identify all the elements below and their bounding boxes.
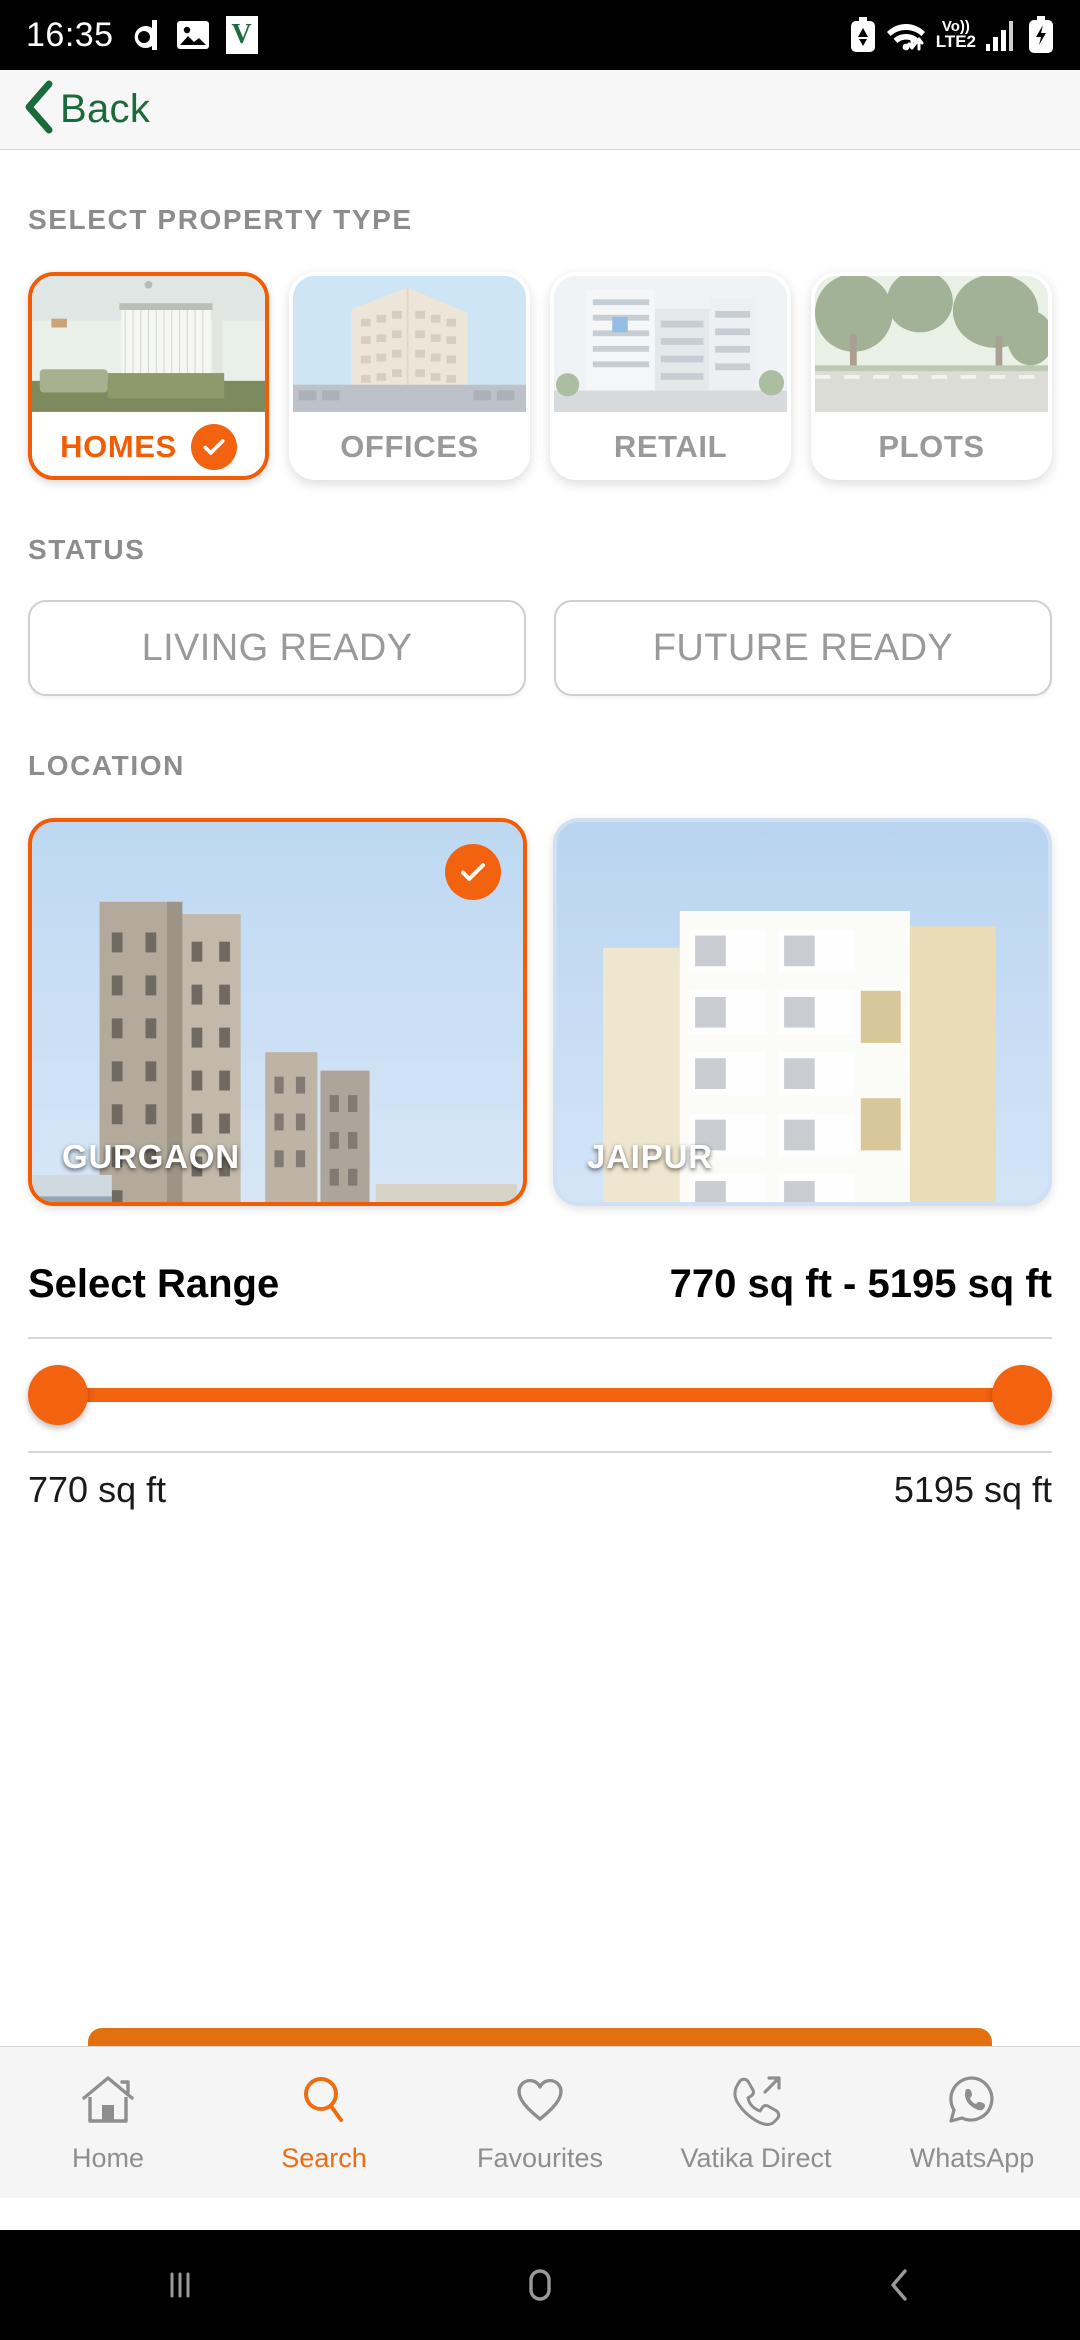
android-navigation-bar (0, 2230, 1080, 2340)
location-list: GURGAON JAIPUR (28, 818, 1052, 1206)
location-label: JAIPUR (587, 1138, 713, 1175)
property-type-label: OFFICES (340, 429, 479, 464)
location-heading: LOCATION (28, 750, 185, 781)
call-out-icon (727, 2072, 785, 2131)
property-type-caption: RETAIL (554, 414, 787, 476)
status-bar: 16:35 V Vo)) LTE2 (0, 0, 1080, 70)
plots-art (815, 276, 1048, 412)
vatika-v-icon: V (225, 16, 258, 54)
property-type-thumb (554, 276, 787, 414)
nav-item-home[interactable]: Home (0, 2072, 216, 2174)
property-type-card-plots[interactable]: PLOTS (811, 272, 1052, 480)
status-option-living-ready[interactable]: LIVING READY (28, 600, 526, 696)
property-type-thumb (815, 276, 1048, 414)
property-type-list: HOMES OFFICES RETAIL PLOTS (28, 272, 1052, 480)
officetower-art (293, 276, 526, 412)
status-heading: STATUS (28, 534, 146, 565)
nav-item-favourites[interactable]: Favourites (432, 2072, 648, 2174)
whatsapp-icon (943, 2072, 1001, 2131)
heart-icon (511, 2072, 569, 2131)
main-content: SELECT PROPERTY TYPE HOMES OFFICES RETAI… (0, 204, 1080, 1511)
status-bar-left: 16:35 V (26, 16, 258, 55)
nav-label: Vatika Direct (680, 2142, 832, 2173)
property-type-card-retail[interactable]: RETAIL (550, 272, 791, 480)
battery-charging-icon (1028, 16, 1054, 54)
nav-label: WhatsApp (909, 2142, 1035, 2173)
range-slider[interactable]: 770 sq ft 5195 sq ft (28, 1337, 1052, 1511)
slider-handle-min[interactable] (28, 1365, 88, 1425)
property-type-card-homes[interactable]: HOMES (28, 272, 269, 480)
slider-track-area[interactable] (28, 1339, 1052, 1451)
nav-label: Favourites (476, 2142, 604, 2173)
location-card-gurgaon[interactable]: GURGAON (28, 818, 527, 1206)
recents-icon[interactable] (157, 2262, 203, 2308)
range-value: 770 sq ft - 5195 sq ft (669, 1262, 1052, 1306)
property-type-card-offices[interactable]: OFFICES (289, 272, 530, 480)
app-bar: Back (0, 70, 1080, 150)
range-max-label: 5195 sq ft (893, 1469, 1052, 1510)
data-saver-icon (850, 17, 876, 53)
property-type-thumb (293, 276, 526, 414)
check-icon (445, 844, 501, 900)
nav-item-whatsapp[interactable]: WhatsApp (864, 2072, 1080, 2174)
app-root: 16:35 V Vo)) LTE2 Back SELECT PROPERTY T… (0, 0, 1080, 2340)
back-chevron-icon[interactable] (877, 2262, 923, 2308)
home-icon (79, 2072, 137, 2131)
back-label: Back (60, 87, 151, 131)
home-circle-icon[interactable] (517, 2262, 563, 2308)
range-title: Select Range (28, 1262, 280, 1306)
status-bar-clock: 16:35 (26, 15, 114, 54)
bottom-navigation-bar: Home Search Favourites Vatika Direct Wha… (0, 2046, 1080, 2198)
nav-label: Search (281, 2142, 367, 2173)
slider-track-fill (58, 1388, 1022, 1402)
range-min-label: 770 sq ft (28, 1469, 167, 1510)
location-label: GURGAON (62, 1138, 240, 1175)
bedroom-art (32, 276, 265, 412)
property-type-label: RETAIL (613, 429, 728, 464)
nav-item-search[interactable]: Search (216, 2072, 432, 2174)
network-type-label: LTE2 (935, 32, 976, 52)
property-type-caption: PLOTS (815, 414, 1048, 476)
retail-art (554, 276, 787, 412)
property-type-label: HOMES (60, 429, 177, 464)
property-type-heading: SELECT PROPERTY TYPE (28, 204, 413, 235)
slider-bottom-divider (28, 1451, 1052, 1453)
check-icon (190, 424, 237, 470)
location-card-jaipur[interactable]: JAIPUR (553, 818, 1052, 1206)
signal-bars-icon (985, 18, 1019, 52)
status-bar-right: Vo)) LTE2 (850, 16, 1054, 54)
back-button[interactable]: Back (22, 80, 150, 139)
nav-item-vatika-direct[interactable]: Vatika Direct (648, 2072, 864, 2174)
property-type-caption: HOMES (32, 414, 265, 476)
property-type-label: PLOTS (878, 429, 985, 464)
property-type-caption: OFFICES (293, 414, 526, 476)
range-header: Select Range 770 sq ft - 5195 sq ft (28, 1262, 1052, 1307)
status-option-list: LIVING READY FUTURE READY (28, 600, 1052, 696)
gallery-icon (176, 19, 210, 51)
volte-lte-icon: Vo)) LTE2 (935, 19, 976, 52)
dailyhunt-icon (130, 18, 160, 52)
chevron-left-icon (22, 80, 56, 139)
nav-label: Home (71, 2142, 145, 2173)
property-type-thumb (32, 276, 265, 414)
status-option-future-ready[interactable]: FUTURE READY (554, 600, 1052, 696)
range-bounds: 770 sq ft 5195 sq ft (28, 1469, 1052, 1511)
wifi-icon (885, 18, 927, 52)
slider-handle-max[interactable] (992, 1365, 1052, 1425)
status-option-label: LIVING READY (141, 626, 413, 669)
search-icon (295, 2072, 353, 2131)
status-option-label: FUTURE READY (652, 626, 954, 669)
